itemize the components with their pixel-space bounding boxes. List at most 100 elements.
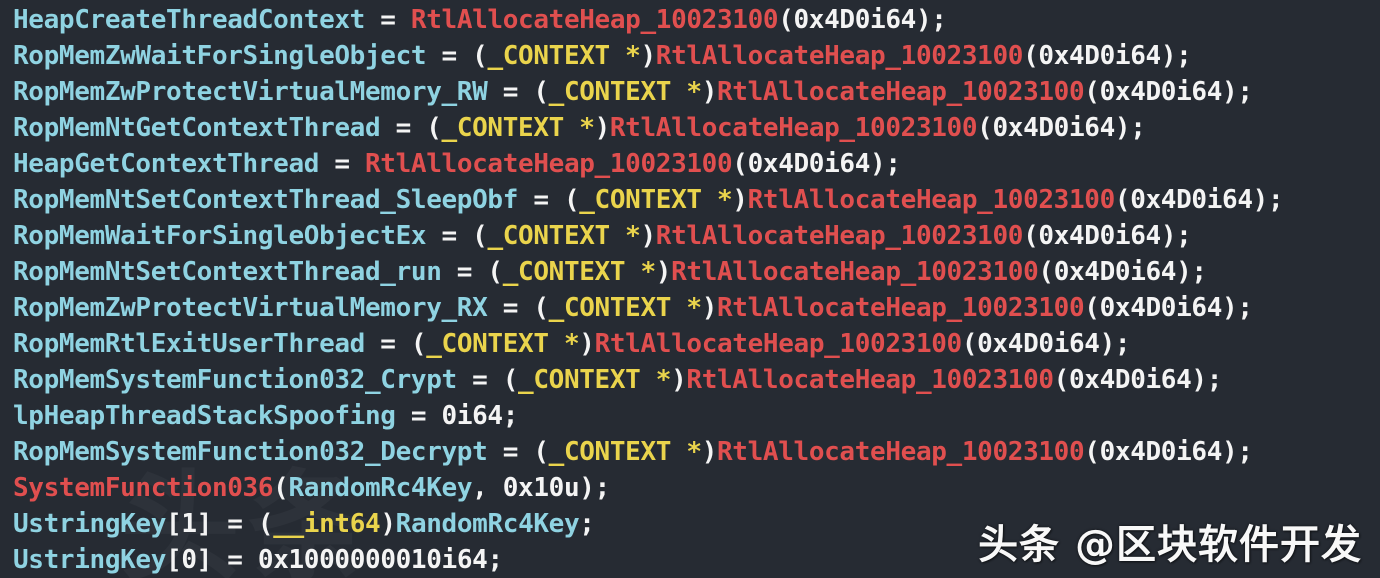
punctuation-token: ; — [487, 545, 503, 575]
code-line[interactable]: RopMemZwWaitForSingleObject = (_CONTEXT … — [0, 38, 1380, 74]
identifier-token: RopMemSystemFunction032_Crypt — [13, 365, 457, 395]
punctuation-token: ); — [579, 473, 610, 503]
operator-token: = — [211, 509, 258, 539]
punctuation-token: ( — [778, 5, 794, 35]
code-line[interactable]: RopMemSystemFunction032_Crypt = (_CONTEX… — [0, 362, 1380, 398]
type-token: _CONTEXT * — [518, 365, 672, 395]
operator-token: = — [319, 149, 365, 179]
punctuation-token: ); — [1222, 437, 1253, 467]
punctuation-token: ( — [732, 149, 748, 179]
identifier-token: RopMemZwProtectVirtualMemory_RW — [13, 77, 488, 107]
identifier-token: RopMemNtGetContextThread — [13, 113, 381, 143]
code-line[interactable]: lpHeapThreadStackSpoofing = 0i64; — [0, 398, 1380, 434]
function-token: RtlAllocateHeap_10023100 — [717, 437, 1085, 467]
number-token: 0x4D0i64 — [992, 113, 1115, 143]
punctuation-token: ); — [1160, 41, 1192, 71]
operator-token: = — [395, 401, 442, 431]
code-line[interactable]: RopMemZwProtectVirtualMemory_RX = ( _CONT… — [0, 290, 1380, 326]
punctuation-token: ( — [533, 437, 549, 467]
function-token: RtlAllocateHeap_10023100 — [365, 149, 733, 179]
type-token: _CONTEXT * — [487, 221, 641, 251]
identifier-token: HeapCreateThreadContext — [13, 5, 365, 35]
number-token: 0x4D0i64 — [793, 5, 917, 35]
operator-token: = — [211, 545, 258, 575]
punctuation-token: ( — [1114, 185, 1131, 215]
punctuation-token: ) — [655, 257, 672, 287]
operator-token: = — [518, 185, 564, 215]
identifier-token: RopMemNtSetContextThread_run — [13, 257, 442, 287]
code-line[interactable]: RopMemNtGetContextThread = (_CONTEXT *)R… — [0, 110, 1380, 146]
punctuation-token: ) — [640, 221, 656, 251]
punctuation-token: ) — [579, 329, 595, 359]
punctuation-token: ) — [594, 113, 611, 143]
number-token: 0x4D0i64 — [1053, 257, 1177, 287]
punctuation-token: ) — [671, 365, 687, 395]
code-line[interactable]: UstringKey[1] = (__int64)RandomRc4Key; — [0, 506, 1380, 542]
identifier-token: RopMemZwProtectVirtualMemory_RX — [13, 293, 488, 323]
operator-token: = — [487, 437, 534, 467]
identifier-token: RopMemWaitForSingleObjectEx — [13, 221, 427, 251]
punctuation-token: ); — [1099, 329, 1131, 359]
punctuation-token: ) — [701, 293, 718, 323]
code-listing[interactable]: HeapCreateThreadContext = RtlAllocateHea… — [0, 0, 1380, 578]
identifier-token: RandomRc4Key — [288, 473, 473, 503]
punctuation-token: ; — [502, 401, 519, 431]
punctuation-token: ( — [1053, 365, 1070, 395]
punctuation-token: ); — [1222, 293, 1253, 323]
function-token: RtlAllocateHeap_10023100 — [671, 257, 1039, 287]
function-token: RtlAllocateHeap_10023100 — [655, 221, 1024, 251]
identifier-token: RopMemNtSetContextThread_SleepObf — [13, 185, 519, 215]
punctuation-token: , — [472, 473, 503, 503]
code-line[interactable]: RopMemRtlExitUserThread = (_CONTEXT *)Rt… — [0, 326, 1380, 362]
code-line[interactable]: RopMemNtSetContextThread_run = (_CONTEXT… — [0, 254, 1380, 290]
identifier-token: UstringKey — [13, 545, 167, 575]
operator-token: = — [380, 113, 427, 143]
code-line[interactable]: RopMemNtSetContextThread_SleepObf = (_CO… — [0, 182, 1380, 218]
operator-token: = — [487, 77, 534, 107]
punctuation-token: ( — [487, 257, 503, 287]
punctuation-token: ( — [257, 509, 274, 539]
punctuation-token: ); — [1252, 185, 1284, 215]
operator-token: = — [487, 293, 534, 323]
identifier-token: lpHeapThreadStackSpoofing — [13, 401, 396, 431]
code-line[interactable]: UstringKey[0] = 0x1000000010i64; — [0, 542, 1380, 578]
punctuation-token: [0] — [166, 545, 212, 575]
punctuation-token: ); — [915, 5, 947, 35]
punctuation-token: ( — [1023, 221, 1039, 251]
punctuation-token: ; — [579, 509, 595, 539]
punctuation-token: ); — [1160, 221, 1192, 251]
function-token: RtlAllocateHeap_10023100 — [655, 41, 1024, 71]
code-line[interactable]: SystemFunction036(RandomRc4Key, 0x10u); — [0, 470, 1380, 506]
type-token: _CONTEXT * — [548, 293, 702, 323]
number-token: 0i64 — [441, 401, 504, 431]
type-token: _CONTEXT * — [487, 41, 641, 71]
identifier-token: HeapGetContextThread — [13, 149, 320, 179]
number-token: 0x4D0i64 — [1038, 41, 1161, 71]
code-line[interactable]: HeapGetContextThread = RtlAllocateHeap_1… — [0, 146, 1380, 182]
punctuation-token: [1] — [166, 509, 212, 539]
operator-token: = — [456, 365, 503, 395]
punctuation-token: ( — [1084, 293, 1100, 323]
operator-token: = — [441, 257, 488, 287]
number-token: 0x4D0i64 — [1130, 185, 1253, 215]
operator-token: = — [364, 5, 411, 35]
code-line[interactable]: HeapCreateThreadContext = RtlAllocateHea… — [0, 2, 1380, 38]
code-line[interactable]: RopMemWaitForSingleObjectEx = (_CONTEXT … — [0, 218, 1380, 254]
code-line[interactable]: RopMemSystemFunction032_Decrypt = (_CONT… — [0, 434, 1380, 470]
punctuation-token: ( — [502, 365, 519, 395]
number-token: 0x4D0i64 — [1099, 437, 1223, 467]
type-token: __int64 — [273, 509, 381, 539]
function-token: RtlAllocateHeap_10023100 — [717, 293, 1085, 323]
number-token: 0x1000000010i64 — [257, 545, 488, 575]
punctuation-token: ( — [472, 221, 488, 251]
punctuation-token: ( — [1023, 41, 1039, 71]
punctuation-token: ( — [533, 77, 549, 107]
identifier-token: RopMemRtlExitUserThread — [13, 329, 365, 359]
punctuation-token: ( — [961, 329, 978, 359]
code-line[interactable]: RopMemZwProtectVirtualMemory_RW = (_CONT… — [0, 74, 1380, 110]
identifier-token: RandomRc4Key — [395, 509, 580, 539]
identifier-token: UstringKey — [13, 509, 167, 539]
punctuation-token: ) — [701, 77, 718, 107]
type-token: _CONTEXT * — [426, 329, 580, 359]
punctuation-token: ) — [732, 185, 748, 215]
